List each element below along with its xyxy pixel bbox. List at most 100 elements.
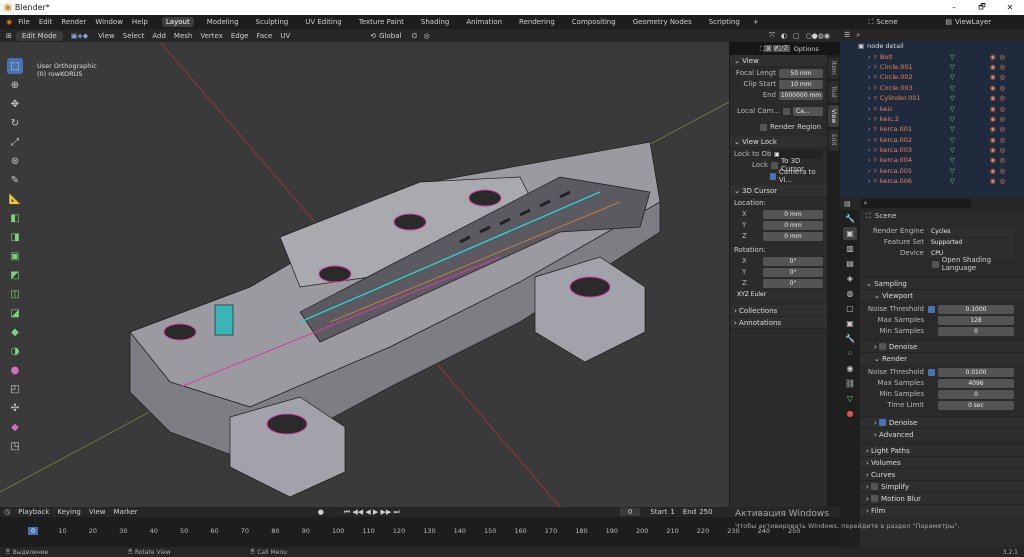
- visibility-eye-icon[interactable]: ◉: [990, 63, 996, 71]
- tab-uv-editing[interactable]: UV Editing: [301, 17, 346, 27]
- material-props-icon[interactable]: ●: [843, 407, 857, 420]
- expand-arrow-icon[interactable]: ›: [868, 125, 871, 133]
- tab-scripting[interactable]: Scripting: [705, 17, 744, 27]
- output-props-icon[interactable]: ▥: [843, 242, 857, 255]
- particles-props-icon[interactable]: ⁘: [843, 347, 857, 360]
- shear-tool-icon[interactable]: ◆: [7, 419, 23, 435]
- world-props-icon[interactable]: ◍: [843, 287, 857, 300]
- annotate-tool-icon[interactable]: ✎: [7, 172, 23, 188]
- properties-search-icon[interactable]: ⌕: [860, 199, 971, 208]
- maximize-button[interactable]: 🗗: [968, 1, 996, 15]
- visibility-eye-icon[interactable]: ◉: [990, 156, 996, 164]
- menu-select[interactable]: Select: [123, 32, 145, 40]
- expand-arrow-icon[interactable]: ›: [868, 63, 871, 71]
- outliner-item[interactable]: › ▿ kerca.001 ▽ ◉ ◎: [840, 124, 1024, 134]
- properties-editor-icon[interactable]: ▤: [844, 200, 851, 208]
- smooth-tool-icon[interactable]: ●: [7, 362, 23, 378]
- viewlayer-props-icon[interactable]: ▤: [843, 257, 857, 270]
- outliner-item[interactable]: › ▿ keic ▽ ◉ ◎: [840, 103, 1024, 113]
- xyz-lock-icons[interactable]: ⛶ X Y Z: [760, 45, 784, 54]
- scale-tool-icon[interactable]: ⤢: [7, 134, 23, 150]
- tab-rendering[interactable]: Rendering: [515, 17, 559, 27]
- outliner-item[interactable]: › ▿ Circle.001 ▽ ◉ ◎: [840, 62, 1024, 72]
- expand-arrow-icon[interactable]: ›: [868, 156, 871, 164]
- render-sampling-header[interactable]: ⌄ Render: [860, 352, 1024, 364]
- outliner-item[interactable]: › ▿ kerca.003 ▽ ◉ ◎: [840, 145, 1024, 155]
- expand-arrow-icon[interactable]: ›: [868, 115, 871, 123]
- tab-geometry-nodes[interactable]: Geometry Nodes: [629, 17, 696, 27]
- add-workspace-icon[interactable]: +: [753, 18, 759, 26]
- loc-z-field[interactable]: 0 mm: [763, 231, 823, 241]
- outliner-filter-icon[interactable]: ⌕: [856, 31, 860, 40]
- shrink-tool-icon[interactable]: ✣: [7, 400, 23, 416]
- expand-arrow-icon[interactable]: ›: [868, 136, 871, 144]
- expand-arrow-icon[interactable]: ›: [868, 73, 871, 81]
- cursor-tool-icon[interactable]: ⊕: [7, 77, 23, 93]
- visibility-eye-icon[interactable]: ◉: [990, 115, 996, 123]
- add-cube-tool-icon[interactable]: ◧: [7, 210, 23, 226]
- viewport-noise-field[interactable]: 0.1000: [938, 304, 1014, 314]
- render-camera-icon[interactable]: ◎: [1000, 167, 1006, 175]
- playback-controls-icons[interactable]: ⏮ ◀◀ ◀ ▶ ▶▶ ⏭: [344, 508, 400, 517]
- poly-build-tool-icon[interactable]: ◆: [7, 324, 23, 340]
- render-camera-icon[interactable]: ◎: [1000, 53, 1006, 61]
- 3d-viewport[interactable]: User Orthographic (0) rowKORUS X Y Z: [0, 42, 790, 507]
- rotate-tool-icon[interactable]: ↻: [7, 115, 23, 131]
- menu-timeline-view[interactable]: View: [89, 508, 106, 516]
- render-props-icon[interactable]: ▣: [843, 227, 857, 240]
- outliner-editor-icon[interactable]: ☰: [844, 31, 850, 39]
- film-header[interactable]: › Film: [860, 504, 1024, 516]
- menu-window[interactable]: Window: [95, 18, 123, 26]
- scene-props-icon[interactable]: ◈: [843, 272, 857, 285]
- timeline-ruler[interactable]: 0 10 20 30 40 50 60 70 80 90 100 110 120 130 140 150 160…: [0, 517, 840, 547]
- expand-arrow-icon[interactable]: ›: [868, 105, 871, 113]
- visibility-eye-icon[interactable]: ◉: [990, 136, 996, 144]
- render-region-checkbox[interactable]: [760, 123, 767, 131]
- minimize-button[interactable]: –: [940, 3, 968, 12]
- tab-modeling[interactable]: Modeling: [203, 17, 243, 27]
- tab-sculpting[interactable]: Sculpting: [252, 17, 293, 27]
- expand-arrow-icon[interactable]: ›: [868, 167, 871, 175]
- move-tool-icon[interactable]: ✥: [7, 96, 23, 112]
- visibility-eye-icon[interactable]: ◉: [990, 73, 996, 81]
- render-camera-icon[interactable]: ◎: [1000, 115, 1006, 123]
- 3d-cursor-section-header[interactable]: ⌄ 3D Cursor: [730, 185, 827, 197]
- visibility-eye-icon[interactable]: ◉: [990, 125, 996, 133]
- tab-shading[interactable]: Shading: [417, 17, 453, 27]
- viewlayer-selector[interactable]: ViewLayer: [955, 18, 1015, 26]
- rot-y-field[interactable]: 0°: [763, 267, 823, 277]
- loc-y-field[interactable]: 0 mm: [763, 220, 823, 230]
- volumes-header[interactable]: › Volumes: [860, 456, 1024, 468]
- menu-playback[interactable]: Playback: [18, 508, 49, 516]
- simplify-header[interactable]: › Simplify: [860, 480, 1024, 492]
- loc-x-field[interactable]: 0 mm: [763, 209, 823, 219]
- lock-to-cursor-checkbox[interactable]: [771, 161, 778, 169]
- knife-tool-icon[interactable]: ◪: [7, 305, 23, 321]
- transform-tool-icon[interactable]: ⊛: [7, 153, 23, 169]
- collections-section-header[interactable]: › Collections: [730, 305, 827, 317]
- render-camera-icon[interactable]: ◎: [1000, 84, 1006, 92]
- spin-tool-icon[interactable]: ◑: [7, 343, 23, 359]
- render-camera-icon[interactable]: ◎: [1000, 156, 1006, 164]
- visibility-eye-icon[interactable]: ◉: [990, 94, 996, 102]
- render-camera-icon[interactable]: ◎: [1000, 94, 1006, 102]
- viewport-noise-checkbox[interactable]: [928, 305, 935, 313]
- tab-texture-paint[interactable]: Texture Paint: [355, 17, 408, 27]
- tab-compositing[interactable]: Compositing: [568, 17, 620, 27]
- tab-view[interactable]: View: [828, 105, 839, 127]
- modifier-props-icon[interactable]: 🔧: [843, 332, 857, 345]
- viewport-max-field[interactable]: 128: [938, 315, 1014, 325]
- current-frame-field[interactable]: 0: [619, 508, 641, 516]
- rotation-mode-dropdown[interactable]: XYZ Euler: [734, 289, 822, 299]
- viewport-denoise-header[interactable]: › Denoise: [860, 340, 1024, 352]
- xray-icon[interactable]: ▢: [793, 32, 800, 40]
- inset-tool-icon[interactable]: ▣: [7, 248, 23, 264]
- measure-tool-icon[interactable]: 📐: [7, 191, 23, 207]
- menu-help[interactable]: Help: [132, 18, 148, 26]
- render-noise-field[interactable]: 0.0100: [938, 367, 1014, 377]
- clip-end-field[interactable]: 1000000 mm: [779, 90, 823, 100]
- menu-edge[interactable]: Edge: [231, 32, 249, 40]
- viewport-min-field[interactable]: 0: [938, 326, 1014, 336]
- outliner-item[interactable]: › ▿ Circle.003 ▽ ◉ ◎: [840, 83, 1024, 93]
- light-paths-header[interactable]: › Light Paths: [860, 444, 1024, 456]
